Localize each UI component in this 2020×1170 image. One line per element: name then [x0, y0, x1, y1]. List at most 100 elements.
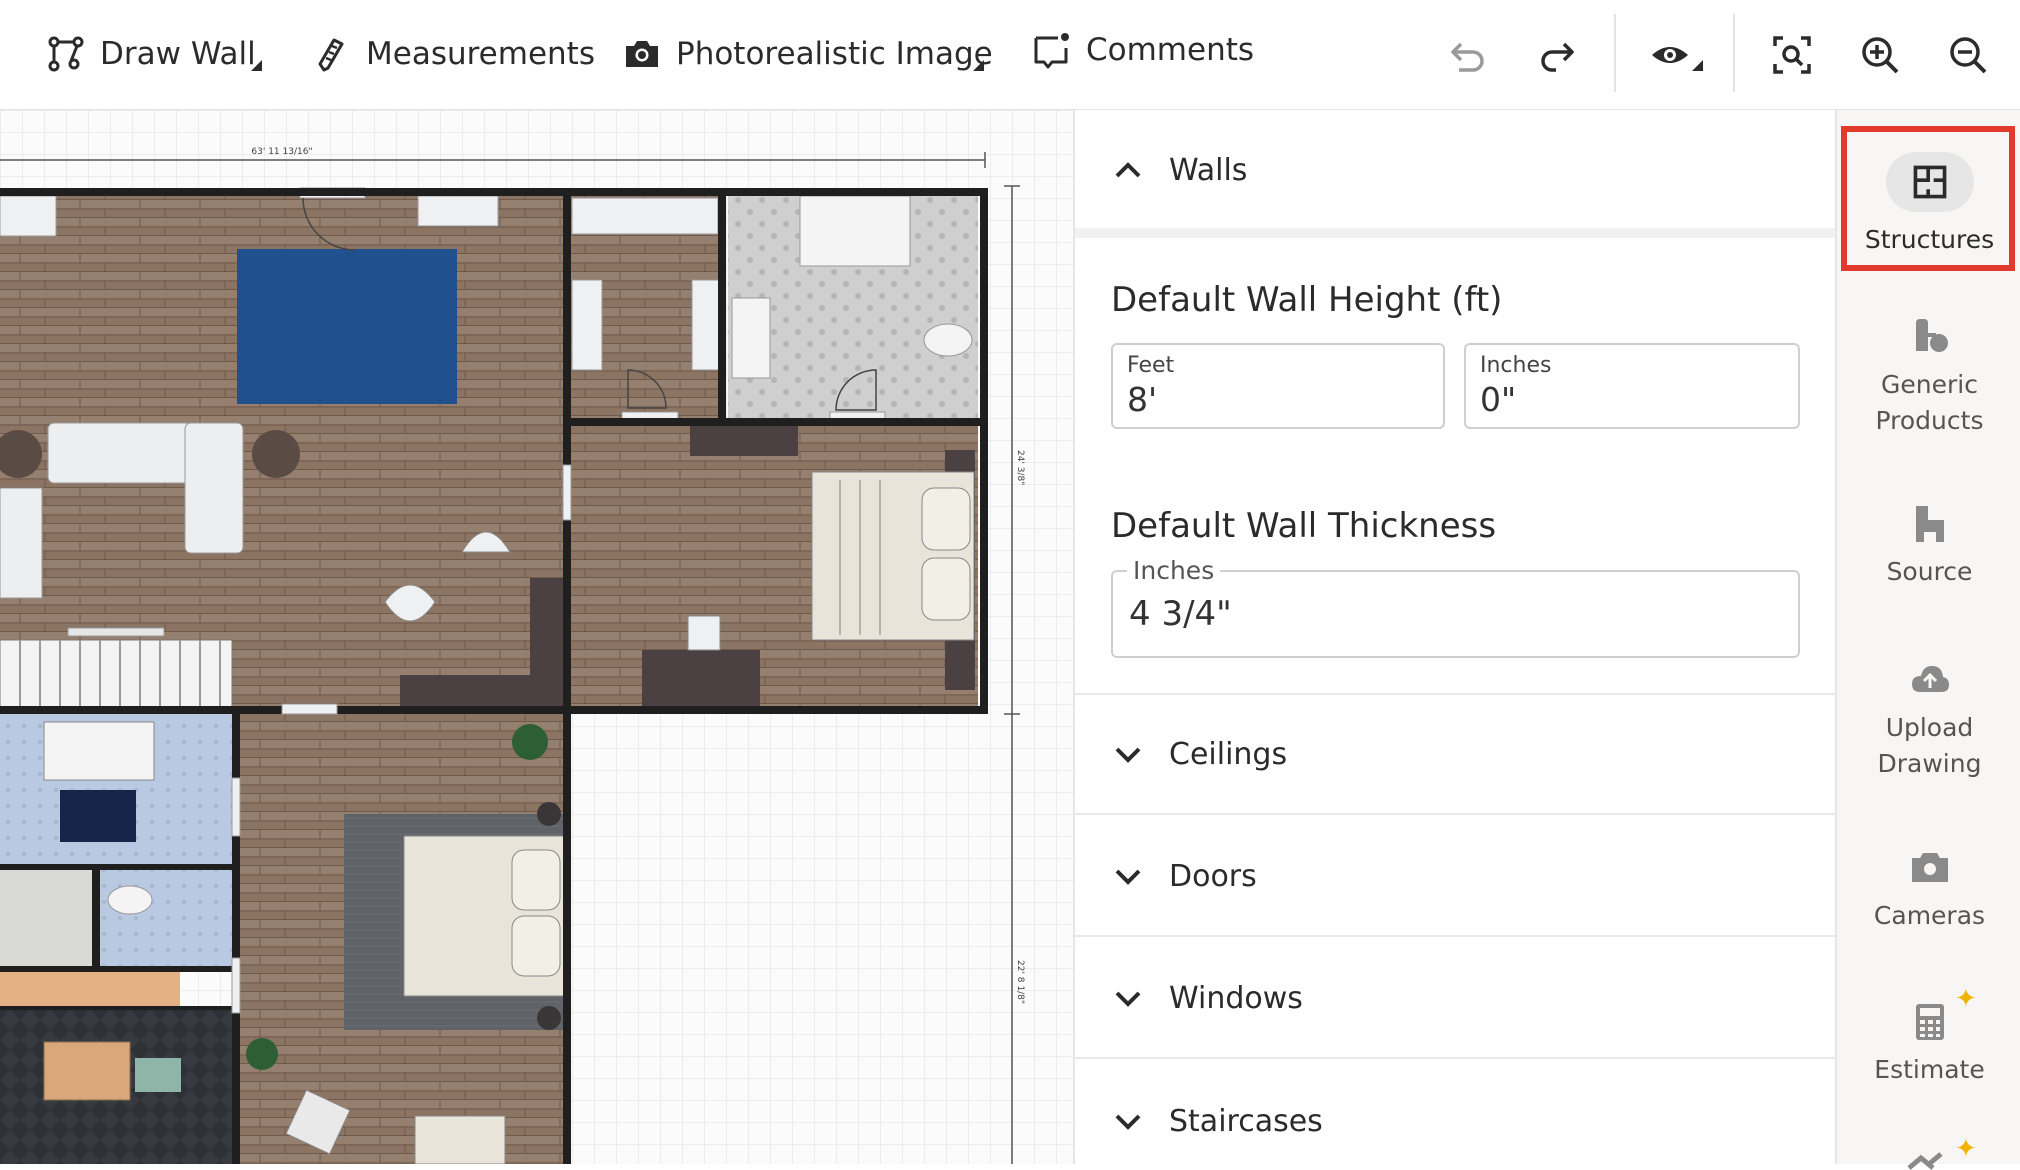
- fit-to-screen-button[interactable]: [1764, 27, 1820, 83]
- redo-button[interactable]: [1529, 27, 1585, 83]
- door[interactable]: [231, 777, 241, 837]
- cabinet[interactable]: [0, 195, 57, 237]
- nightstand[interactable]: [537, 802, 561, 826]
- view-mode-button[interactable]: [1642, 27, 1698, 83]
- chevron-down-icon: [1115, 1114, 1141, 1130]
- plant[interactable]: [512, 724, 548, 760]
- upload-drawing-label-2: Drawing: [1877, 749, 1982, 778]
- side-table[interactable]: [252, 430, 300, 478]
- sidebar-item-estimate[interactable]: Estimate: [1837, 1000, 2020, 1088]
- pencil-icon: [318, 38, 344, 72]
- thickness-value[interactable]: 4 3/4": [1129, 594, 1232, 634]
- bathtub[interactable]: [799, 195, 911, 267]
- sidebar-item-cameras[interactable]: Cameras: [1837, 846, 2020, 934]
- photo-caret-icon[interactable]: [973, 60, 984, 71]
- draw-wall-label: Draw Wall: [100, 36, 256, 72]
- measurements-button[interactable]: Measurements: [312, 26, 595, 82]
- walls-section-header[interactable]: Walls: [1075, 110, 1835, 230]
- shower[interactable]: [0, 868, 92, 968]
- sparkle-icon: ✦: [1955, 1134, 1977, 1164]
- dimension-label-right-1: 24' 3/8": [1015, 450, 1025, 485]
- staircases-section-header[interactable]: Staircases: [1075, 1061, 1835, 1164]
- zoom-in-button[interactable]: [1852, 27, 1908, 83]
- generic-products-label-2: Products: [1875, 406, 1984, 435]
- view-caret-icon[interactable]: [1692, 60, 1703, 71]
- draw-wall-button[interactable]: Draw Wall: [46, 26, 256, 82]
- windows-label: Windows: [1169, 980, 1303, 1016]
- bench[interactable]: [414, 1115, 506, 1164]
- desk-chair[interactable]: [687, 615, 721, 651]
- counter[interactable]: [0, 972, 180, 1006]
- sofa-chaise[interactable]: [184, 422, 244, 554]
- coffee-table[interactable]: [43, 1041, 131, 1101]
- shelf[interactable]: [571, 197, 719, 235]
- door[interactable]: [231, 957, 241, 1014]
- blue-rug[interactable]: [237, 249, 457, 404]
- toilet[interactable]: [923, 323, 973, 357]
- right-sidebar: Structures Generic Products Source Uploa…: [1835, 110, 2020, 1170]
- staircases-label: Staircases: [1169, 1103, 1323, 1139]
- toolbar-divider: [1614, 14, 1616, 92]
- photorealistic-image-label: Photorealistic Image: [676, 36, 993, 72]
- dimension-label-top: 63' 11 13/16": [251, 147, 312, 157]
- undo-button[interactable]: [1440, 27, 1496, 83]
- ceilings-label: Ceilings: [1169, 736, 1288, 772]
- pillow[interactable]: [511, 915, 561, 977]
- vanity[interactable]: [731, 297, 771, 379]
- sidebar-item-generic-products[interactable]: Generic Products: [1837, 315, 2020, 439]
- counter[interactable]: [400, 675, 565, 707]
- toilet[interactable]: [107, 885, 153, 915]
- nightstand[interactable]: [537, 1006, 561, 1030]
- counter[interactable]: [530, 578, 564, 690]
- generic-products-label-1: Generic: [1881, 370, 1978, 399]
- inches-value[interactable]: 0": [1480, 380, 1516, 419]
- inches-label: Inches: [1480, 353, 1552, 378]
- door[interactable]: [562, 464, 572, 521]
- comments-button[interactable]: Comments: [1032, 22, 1254, 78]
- plant[interactable]: [246, 1038, 278, 1070]
- floor-plan[interactable]: 63' 11 13/16" 24' 3/8" 22' 8 1/8": [0, 110, 1075, 1164]
- feet-value[interactable]: 8': [1127, 380, 1157, 419]
- staircase[interactable]: [0, 639, 233, 709]
- undo-icon: [1451, 42, 1484, 72]
- bath-mat[interactable]: [60, 790, 136, 842]
- default-wall-height-title: Default Wall Height (ft): [1111, 280, 1503, 320]
- pillow[interactable]: [921, 487, 971, 551]
- photorealistic-image-button[interactable]: Photorealistic Image: [622, 26, 993, 82]
- dresser[interactable]: [690, 426, 798, 456]
- default-wall-thickness-title: Default Wall Thickness: [1111, 506, 1497, 546]
- structures-label: Structures: [1864, 225, 1995, 254]
- toolbar-divider: [1733, 14, 1735, 92]
- desk[interactable]: [642, 650, 760, 708]
- zoom-in-icon: [1862, 37, 1899, 74]
- windows-section-header[interactable]: Windows: [1075, 939, 1835, 1059]
- measurements-label: Measurements: [366, 36, 595, 72]
- door[interactable]: [281, 703, 338, 715]
- draw-wall-icon: [48, 36, 84, 72]
- shelf[interactable]: [691, 279, 723, 371]
- thickness-field[interactable]: Inches 4 3/4": [1111, 556, 1800, 658]
- section-divider: [1075, 228, 1835, 238]
- cabinet[interactable]: [417, 195, 499, 227]
- pillow[interactable]: [921, 557, 971, 621]
- more-tool-icon[interactable]: [1905, 1150, 1955, 1170]
- ottoman[interactable]: [135, 1058, 181, 1092]
- sidebar-item-structures[interactable]: Structures: [1837, 152, 2020, 258]
- ceilings-section-header[interactable]: Ceilings: [1075, 695, 1835, 815]
- shelf[interactable]: [571, 279, 603, 371]
- pillow[interactable]: [511, 849, 561, 911]
- camera-icon: [626, 41, 658, 67]
- doors-section-header[interactable]: Doors: [1075, 817, 1835, 937]
- zoom-out-button[interactable]: [1940, 27, 1996, 83]
- floor-plan-canvas[interactable]: 63' 11 13/16" 24' 3/8" 22' 8 1/8": [0, 110, 1075, 1164]
- armchair[interactable]: [0, 487, 43, 599]
- floor-plan-icon: [1913, 165, 1946, 199]
- structures-icon-bubble: [1885, 152, 1974, 212]
- sidebar-item-upload-drawing[interactable]: Upload Drawing: [1837, 658, 2020, 782]
- draw-wall-caret-icon[interactable]: [251, 60, 262, 71]
- feet-field[interactable]: Feet 8': [1111, 343, 1445, 429]
- inches-field[interactable]: Inches 0": [1464, 343, 1800, 429]
- toilet-room[interactable]: [100, 868, 236, 968]
- bathtub[interactable]: [43, 721, 155, 781]
- sidebar-item-source[interactable]: Source: [1837, 502, 2020, 590]
